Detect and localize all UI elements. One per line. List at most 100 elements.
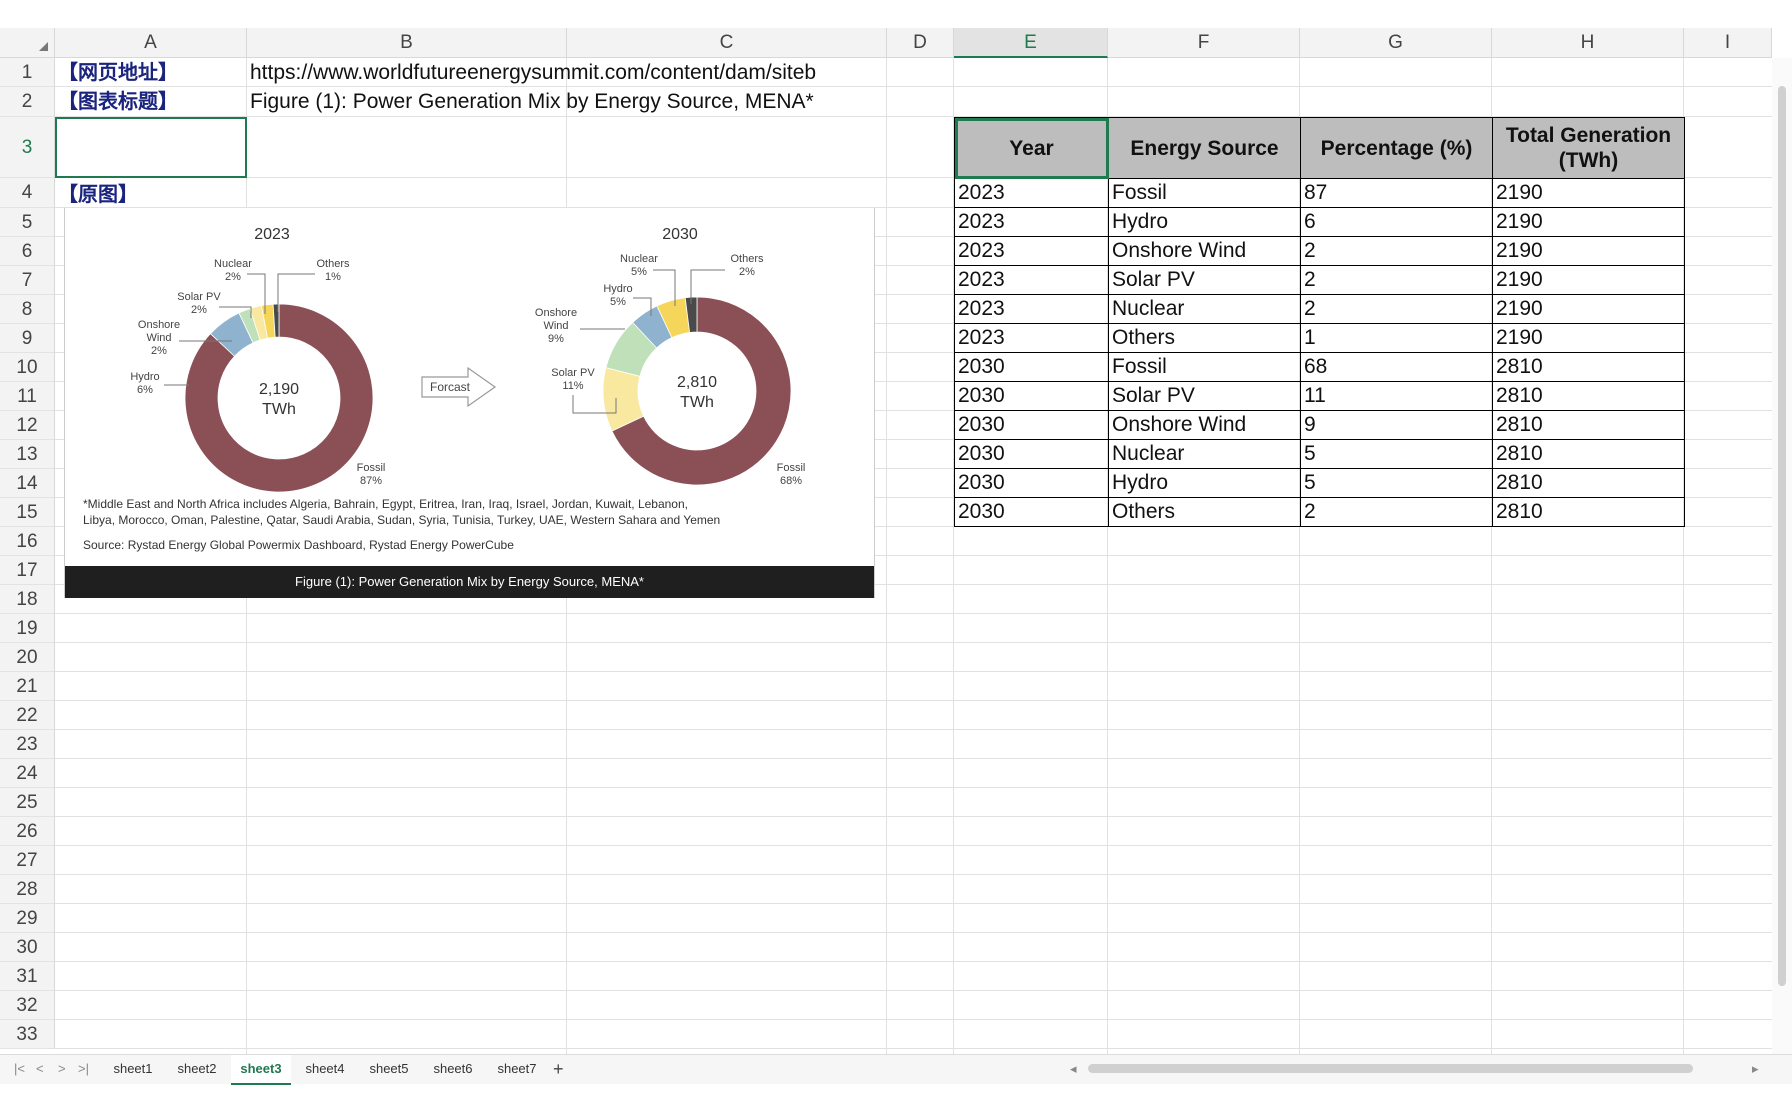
- table-cell[interactable]: 2030: [954, 410, 1109, 440]
- table-cell[interactable]: 11: [1300, 381, 1493, 411]
- row-header-17[interactable]: 17: [0, 556, 55, 585]
- col-header-i[interactable]: I: [1684, 28, 1772, 58]
- table-cell[interactable]: Solar PV: [1108, 265, 1301, 295]
- row-header-4[interactable]: 4: [0, 178, 55, 208]
- row-header-29[interactable]: 29: [0, 904, 55, 933]
- table-cell[interactable]: 2023: [954, 265, 1109, 295]
- col-header-d[interactable]: D: [887, 28, 954, 58]
- scroll-right-icon[interactable]: ▸: [1752, 1055, 1759, 1083]
- row-header-20[interactable]: 20: [0, 643, 55, 672]
- cell-b2[interactable]: Figure (1): Power Generation Mix by Ener…: [247, 87, 814, 116]
- table-cell[interactable]: 5: [1300, 468, 1493, 498]
- row-header-6[interactable]: 6: [0, 237, 55, 266]
- table-cell[interactable]: 2: [1300, 497, 1493, 527]
- cell-a3-selected[interactable]: [55, 117, 247, 178]
- table-cell[interactable]: 2023: [954, 323, 1109, 353]
- row-header-3[interactable]: 3: [0, 117, 55, 178]
- table-cell[interactable]: 2030: [954, 381, 1109, 411]
- table-cell[interactable]: 2: [1300, 265, 1493, 295]
- col-header-c[interactable]: C: [567, 28, 887, 58]
- header-total-generation[interactable]: Total Generation (TWh): [1492, 117, 1685, 179]
- header-percentage[interactable]: Percentage (%): [1300, 117, 1493, 179]
- table-cell[interactable]: 87: [1300, 178, 1493, 208]
- header-year[interactable]: Year: [954, 117, 1109, 179]
- sheet-tab-sheet1[interactable]: sheet1: [103, 1055, 163, 1083]
- next-sheet-button[interactable]: >: [58, 1055, 66, 1083]
- row-header-12[interactable]: 12: [0, 411, 55, 440]
- cell-b1[interactable]: https://www.worldfutureenergysummit.com/…: [247, 58, 816, 87]
- table-cell[interactable]: 2190: [1492, 265, 1685, 295]
- table-cell[interactable]: 2190: [1492, 207, 1685, 237]
- prev-sheet-button[interactable]: <: [36, 1055, 44, 1083]
- row-header-2[interactable]: 2: [0, 87, 55, 117]
- last-sheet-button[interactable]: >|: [78, 1055, 89, 1083]
- table-cell[interactable]: 2030: [954, 352, 1109, 382]
- table-cell[interactable]: Nuclear: [1108, 439, 1301, 469]
- sheet-tab-sheet4[interactable]: sheet4: [295, 1055, 355, 1083]
- select-all-corner[interactable]: [0, 28, 55, 58]
- horizontal-scroll-thumb[interactable]: [1088, 1064, 1693, 1073]
- row-header-21[interactable]: 21: [0, 672, 55, 701]
- sheet-tab-sheet3[interactable]: sheet3: [231, 1055, 291, 1085]
- table-cell[interactable]: 6: [1300, 207, 1493, 237]
- cell-a1[interactable]: 【网页地址】: [55, 58, 178, 87]
- row-header-10[interactable]: 10: [0, 353, 55, 382]
- row-header-28[interactable]: 28: [0, 875, 55, 904]
- row-header-32[interactable]: 32: [0, 991, 55, 1020]
- table-cell[interactable]: Onshore Wind: [1108, 410, 1301, 440]
- table-cell[interactable]: 2023: [954, 236, 1109, 266]
- row-header-24[interactable]: 24: [0, 759, 55, 788]
- table-cell[interactable]: 2030: [954, 468, 1109, 498]
- table-cell[interactable]: Fossil: [1108, 178, 1301, 208]
- vertical-scroll-thumb[interactable]: [1778, 86, 1786, 986]
- col-header-a[interactable]: A: [55, 28, 247, 58]
- row-header-8[interactable]: 8: [0, 295, 55, 324]
- table-cell[interactable]: Fossil: [1108, 352, 1301, 382]
- row-header-30[interactable]: 30: [0, 933, 55, 962]
- row-header-31[interactable]: 31: [0, 962, 55, 991]
- table-cell[interactable]: 2023: [954, 178, 1109, 208]
- table-cell[interactable]: 2023: [954, 207, 1109, 237]
- sheet-tab-sheet2[interactable]: sheet2: [167, 1055, 227, 1083]
- cell-a2[interactable]: 【图表标题】: [55, 87, 178, 116]
- table-cell[interactable]: 2: [1300, 236, 1493, 266]
- table-cell[interactable]: 1: [1300, 323, 1493, 353]
- sheet-tab-sheet6[interactable]: sheet6: [423, 1055, 483, 1083]
- table-cell[interactable]: 2030: [954, 497, 1109, 527]
- row-header-1[interactable]: 1: [0, 58, 55, 87]
- row-header-18[interactable]: 18: [0, 585, 55, 614]
- table-cell[interactable]: 2190: [1492, 178, 1685, 208]
- col-header-b[interactable]: B: [247, 28, 567, 58]
- col-header-f[interactable]: F: [1108, 28, 1300, 58]
- sheet-tab-sheet5[interactable]: sheet5: [359, 1055, 419, 1083]
- sheet-tab-sheet7[interactable]: sheet7: [487, 1055, 547, 1083]
- row-header-15[interactable]: 15: [0, 498, 55, 527]
- table-cell[interactable]: 2: [1300, 294, 1493, 324]
- row-header-14[interactable]: 14: [0, 469, 55, 498]
- table-cell[interactable]: 2810: [1492, 439, 1685, 469]
- col-header-e[interactable]: E: [954, 28, 1108, 58]
- row-header-25[interactable]: 25: [0, 788, 55, 817]
- table-cell[interactable]: 5: [1300, 439, 1493, 469]
- row-header-23[interactable]: 23: [0, 730, 55, 759]
- table-cell[interactable]: Hydro: [1108, 207, 1301, 237]
- row-header-13[interactable]: 13: [0, 440, 55, 469]
- table-cell[interactable]: 2810: [1492, 497, 1685, 527]
- row-header-19[interactable]: 19: [0, 614, 55, 643]
- table-cell[interactable]: Onshore Wind: [1108, 236, 1301, 266]
- scroll-left-icon[interactable]: ◂: [1070, 1055, 1077, 1083]
- table-cell[interactable]: 2030: [954, 439, 1109, 469]
- table-cell[interactable]: 2190: [1492, 323, 1685, 353]
- row-header-9[interactable]: 9: [0, 324, 55, 353]
- header-energy-source[interactable]: Energy Source: [1108, 117, 1301, 179]
- row-header-16[interactable]: 16: [0, 527, 55, 556]
- col-header-g[interactable]: G: [1300, 28, 1492, 58]
- table-cell[interactable]: 2023: [954, 294, 1109, 324]
- table-cell[interactable]: 2190: [1492, 294, 1685, 324]
- col-header-h[interactable]: H: [1492, 28, 1684, 58]
- row-header-27[interactable]: 27: [0, 846, 55, 875]
- first-sheet-button[interactable]: |<: [14, 1055, 25, 1083]
- table-cell[interactable]: 2810: [1492, 468, 1685, 498]
- table-cell[interactable]: Solar PV: [1108, 381, 1301, 411]
- vertical-scrollbar[interactable]: [1772, 58, 1792, 1054]
